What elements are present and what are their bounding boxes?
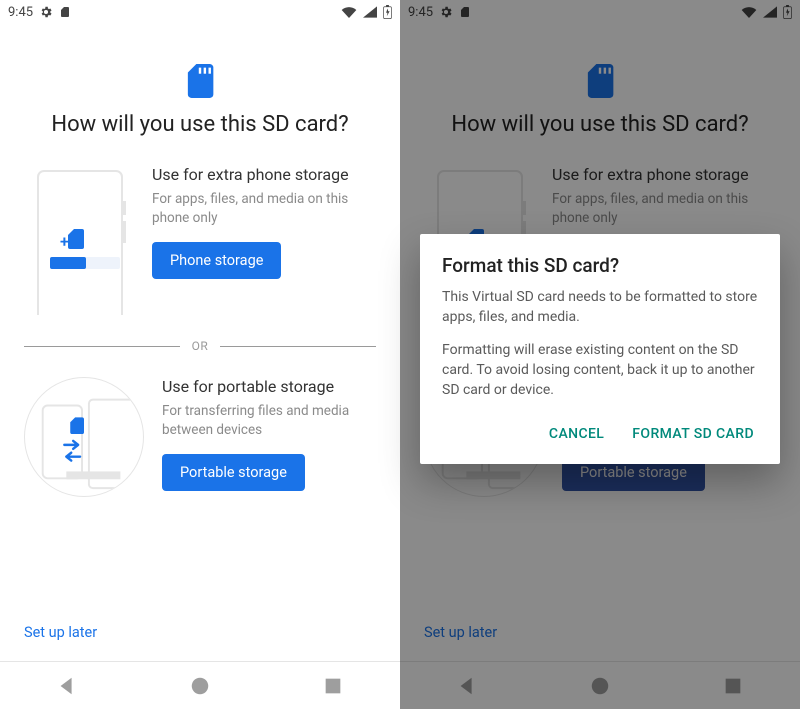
phone-screen-left: 9:45 How will you use this SD card? + [0,0,400,709]
dialog-actions: CANCEL FORMAT SD CARD [442,412,758,456]
dialog-body: Formatting will erase existing content o… [442,340,758,401]
nav-home-icon[interactable] [189,675,211,697]
dialog-cancel-button[interactable]: CANCEL [545,418,608,450]
option-phone-storage: + Use for extra phone storage For apps, … [24,157,376,335]
sd-setup-page: How will you use this SD card? + Use for… [0,24,400,661]
option-title: Use for portable storage [162,377,376,396]
wifi-icon [341,6,357,18]
format-dialog: Format this SD card? This Virtual SD car… [420,234,780,464]
phone-screen-right: 9:45 How will you use this SD card? + [400,0,800,709]
portable-storage-button[interactable]: Portable storage [162,454,305,491]
divider-label: OR [192,339,209,353]
svg-text:+: + [60,232,69,251]
dialog-confirm-button[interactable]: FORMAT SD CARD [628,418,758,450]
option-portable-storage: Use for portable storage For transferrin… [24,369,376,513]
gear-icon [39,5,53,19]
dialog-body: This Virtual SD card needs to be formatt… [442,287,758,328]
dialog-title: Format this SD card? [442,254,758,277]
option-desc: For apps, files, and media on this phone… [152,190,376,228]
status-time: 9:45 [8,5,33,20]
nav-recents-icon[interactable] [322,675,344,697]
system-nav-bar [0,661,400,709]
nav-back-icon[interactable] [56,675,78,697]
status-bar: 9:45 [0,0,400,24]
option-title: Use for extra phone storage [152,165,376,184]
battery-icon [383,5,392,19]
setup-later-link[interactable]: Set up later [24,620,376,645]
cell-signal-icon [363,6,377,18]
phone-storage-illustration: + [24,165,134,319]
sd-card-hero-icon [185,64,215,98]
phone-storage-button[interactable]: Phone storage [152,242,281,279]
or-divider: OR [24,339,376,353]
portable-storage-illustration [24,377,144,497]
sd-card-icon [59,5,71,19]
option-desc: For transferring files and media between… [162,402,376,440]
page-title: How will you use this SD card? [24,112,376,137]
